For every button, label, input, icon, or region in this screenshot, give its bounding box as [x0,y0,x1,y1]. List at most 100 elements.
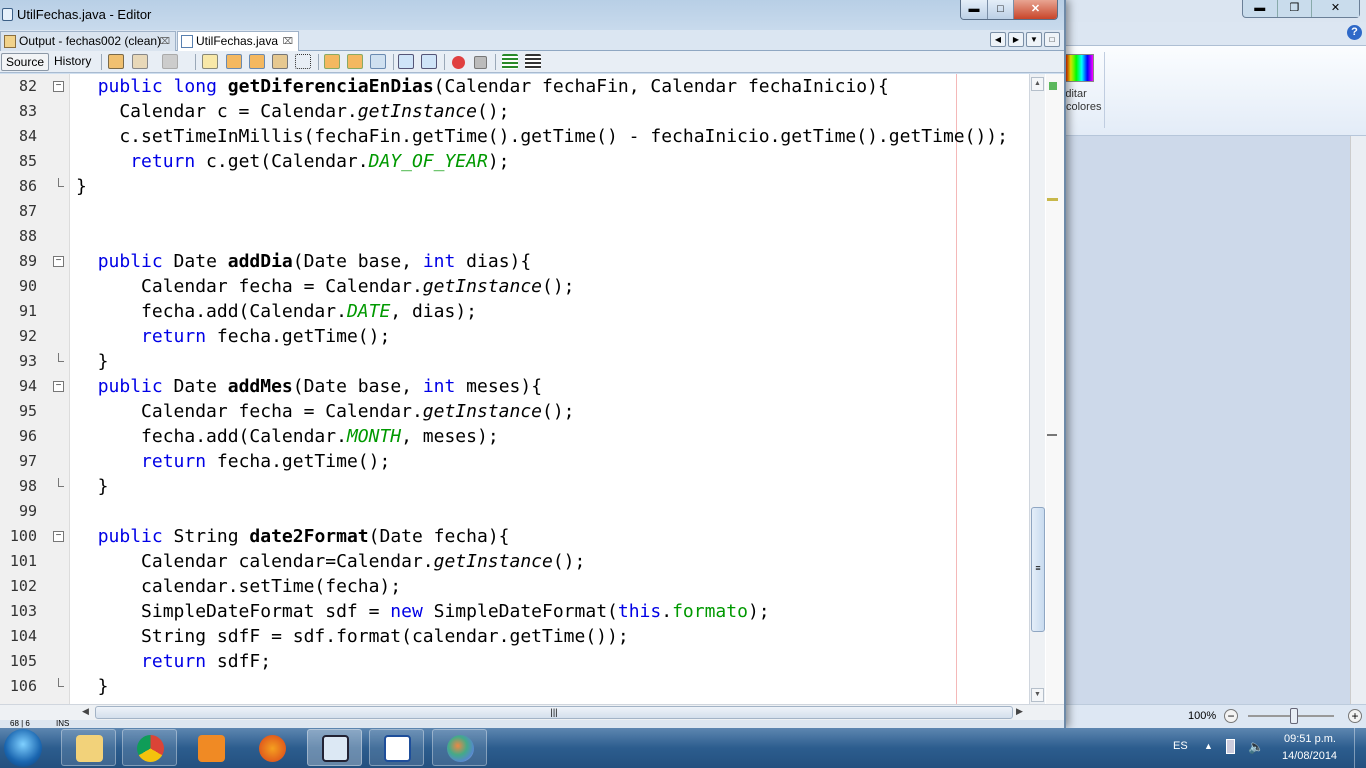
code-token: Calendar c = Calendar. [76,101,358,122]
find-next-icon[interactable] [249,54,265,69]
tab-utilfechas[interactable]: UtilFechas.java ⌧ [177,31,299,51]
fold-collapse-icon[interactable]: − [53,81,64,92]
last-edit-icon[interactable] [108,54,124,69]
code-line[interactable]: return fecha.getTime(); [76,449,390,474]
find-previous-icon[interactable] [226,54,242,69]
language-indicator[interactable]: ES [1173,740,1188,752]
horizontal-scroll-thumb[interactable]: ||| [95,706,1013,719]
code-token: Calendar calendar=Calendar. [76,551,434,572]
close-tab-icon[interactable]: ⌧ [283,32,293,51]
line-number: 93 [18,352,37,370]
volume-icon[interactable]: 🔈 [1248,739,1264,755]
code-line[interactable]: Calendar calendar=Calendar.getInstance()… [76,549,585,574]
find-icon[interactable] [202,54,218,69]
help-icon[interactable]: ? [1347,25,1362,40]
start-button[interactable] [4,729,42,767]
scroll-tabs-left-icon[interactable]: ◀ [990,32,1006,47]
code-line[interactable]: return fecha.getTime(); [76,324,390,349]
taskbar-word[interactable] [369,729,424,766]
vertical-scrollbar[interactable]: ▲ ≡ ▼ [1029,74,1045,704]
minimize-button[interactable]: ▬ [1243,0,1277,17]
paint-canvas-area[interactable] [1062,136,1350,704]
code-line[interactable]: public long getDiferenciaEnDias(Calendar… [76,74,889,99]
scroll-tabs-right-icon[interactable]: ▶ [1008,32,1024,47]
tab-list-icon[interactable]: ▼ [1026,32,1042,47]
vertical-scroll-thumb[interactable]: ≡ [1031,507,1045,632]
code-line[interactable]: c.setTimeInMillis(fechaFin.getTime().get… [76,124,1008,149]
clock-time[interactable]: 09:51 p.m. [1284,733,1336,745]
taskbar-paint[interactable] [432,729,487,766]
tab-output[interactable]: Output - fechas002 (clean) ⌧ [0,31,176,51]
code-line[interactable]: fecha.add(Calendar.MONTH, meses); [76,424,499,449]
code-line[interactable]: Calendar c = Calendar.getInstance(); [76,99,509,124]
code-line[interactable]: Calendar fecha = Calendar.getInstance(); [76,399,575,424]
rectangular-selection-icon[interactable] [295,54,311,69]
code-line[interactable]: fecha.add(Calendar.DATE, dias); [76,299,477,324]
code-line[interactable]: } [76,174,87,199]
maximize-editor-icon[interactable]: □ [1044,32,1060,47]
code-line[interactable]: calendar.setTime(fecha); [76,574,401,599]
stop-macro-icon[interactable] [474,56,487,69]
zoom-slider-thumb[interactable] [1290,708,1298,724]
paint-vertical-scrollbar[interactable] [1350,136,1366,704]
next-bookmark-icon[interactable] [347,54,363,69]
fold-collapse-icon[interactable]: − [53,531,64,542]
previous-bookmark-icon[interactable] [324,54,340,69]
code-line[interactable]: public Date addDia(Date base, int dias){ [76,249,532,274]
comment-icon[interactable] [502,54,518,69]
toggle-highlight-icon[interactable] [272,54,288,69]
taskbar-firefox[interactable] [244,729,299,766]
record-macro-icon[interactable] [452,56,465,69]
code-line[interactable]: } [76,349,109,374]
close-button[interactable]: ✕ [1013,0,1057,19]
shift-right-icon[interactable] [421,54,437,69]
taskbar-chrome[interactable] [122,729,177,766]
history-button[interactable]: History [50,53,95,71]
clock-date[interactable]: 14/08/2014 [1282,750,1337,762]
fold-collapse-icon[interactable]: − [53,381,64,392]
taskbar-netbeans[interactable] [307,729,362,766]
scroll-down-icon[interactable]: ▼ [1031,688,1044,702]
zoom-in-button[interactable]: + [1348,709,1362,723]
taskbar-explorer[interactable] [61,729,116,766]
code-token: new [390,601,423,622]
code-editor[interactable]: 82 − 83 84 85 86 87 88 89 − 90 91 92 93 94 − 95 96 97 98 99 1… [0,74,1064,704]
code-line[interactable]: return sdfF; [76,649,271,674]
toggle-bookmark-icon[interactable] [370,54,386,69]
caret-marker[interactable] [1047,434,1057,436]
network-icon[interactable] [1226,739,1235,754]
code-line[interactable]: public Date addMes(Date base, int meses)… [76,374,542,399]
taskbar-media-player[interactable] [183,729,238,766]
source-button[interactable]: Source [1,53,50,71]
uncomment-icon[interactable] [525,54,541,69]
code-line[interactable]: String sdfF = sdf.format(calendar.getTim… [76,624,629,649]
scroll-left-icon[interactable]: ◀ [82,706,89,717]
edit-colors-label[interactable]: Editar colores [1066,88,1104,114]
forward-icon[interactable] [162,54,178,69]
horizontal-scrollbar[interactable]: ◀ ||| ▶ [0,704,1064,720]
warning-marker[interactable] [1047,198,1058,201]
edit-colors-icon[interactable] [1064,54,1094,82]
scroll-right-icon[interactable]: ▶ [1016,706,1023,717]
close-button[interactable]: ✕ [1311,0,1359,17]
close-tab-icon[interactable]: ⌧ [160,32,170,51]
restore-button[interactable]: ❐ [1276,0,1312,17]
code-line[interactable]: return c.get(Calendar.DAY_OF_YEAR); [76,149,509,174]
shift-left-icon[interactable] [398,54,414,69]
scroll-up-icon[interactable]: ▲ [1031,77,1044,91]
code-line[interactable]: } [76,674,109,699]
code-line[interactable]: public String date2Format(Date fecha){ [76,524,510,549]
zoom-out-button[interactable]: − [1224,709,1238,723]
line-number: 87 [18,202,37,220]
minimize-button[interactable]: ▬ [961,0,987,19]
code-line[interactable]: } [76,474,109,499]
show-desktop-button[interactable] [1354,728,1366,768]
window-title: UtilFechas.java - Editor [17,7,152,22]
code-line[interactable]: SimpleDateFormat sdf = new SimpleDateFor… [76,599,770,624]
code-line[interactable]: Calendar fecha = Calendar.getInstance(); [76,274,575,299]
fold-collapse-icon[interactable]: − [53,256,64,267]
editor-tabs: Output - fechas002 (clean) ⌧ UtilFechas.… [0,30,1064,51]
back-icon[interactable] [132,54,148,69]
show-hidden-icons[interactable]: ▲ [1204,741,1213,751]
maximize-button[interactable]: □ [987,0,1013,19]
